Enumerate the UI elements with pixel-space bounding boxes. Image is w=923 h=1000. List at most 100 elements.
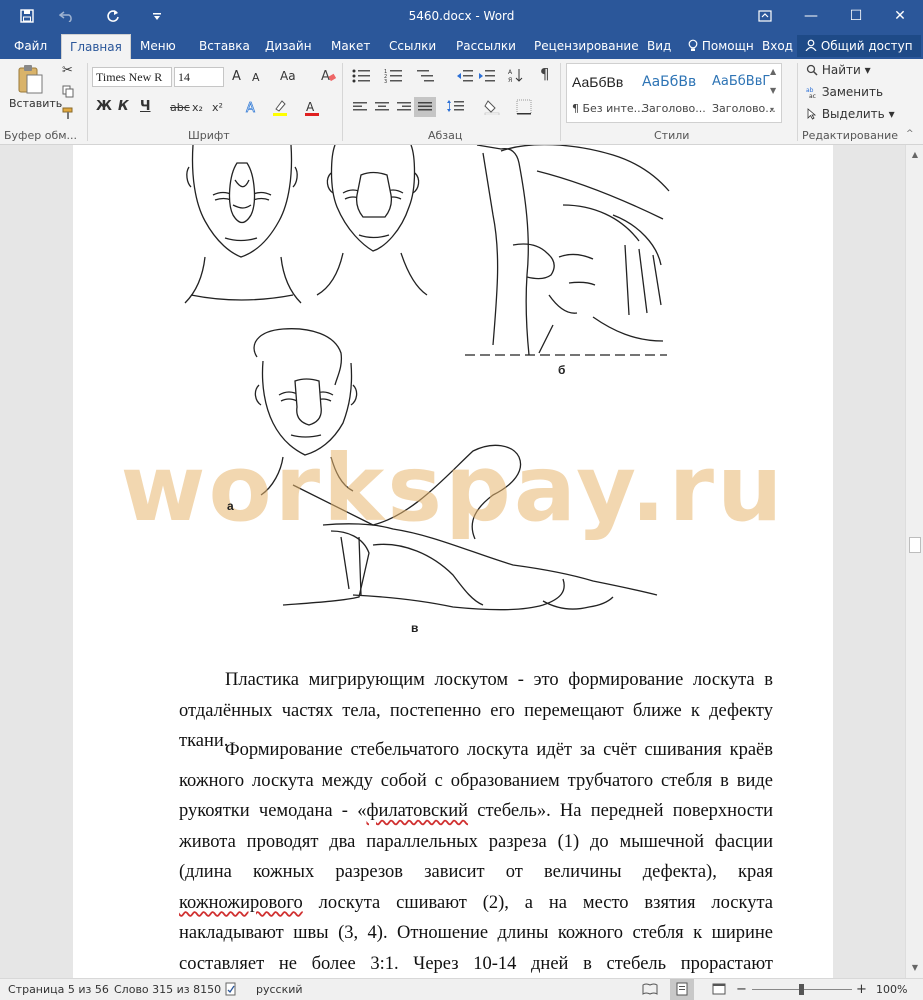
- page-indicator[interactable]: Страница 5 из 56: [8, 979, 109, 1000]
- clipboard-group-label: Буфер обм...: [4, 129, 78, 142]
- face-2-drawing: [316, 145, 428, 296]
- text-effects-icon[interactable]: A: [244, 99, 260, 118]
- styles-more-icon[interactable]: ▾: [770, 105, 774, 114]
- tab-layout[interactable]: Макет: [331, 34, 370, 59]
- redo-icon[interactable]: [98, 0, 128, 32]
- tell-me-button[interactable]: Помощн: [688, 34, 754, 59]
- minimize-button[interactable]: —: [788, 0, 834, 32]
- decrease-indent-icon[interactable]: [456, 69, 474, 86]
- paste-icon[interactable]: [14, 63, 44, 98]
- replace-icon: abac: [806, 87, 816, 100]
- tab-view[interactable]: Вид: [647, 34, 671, 59]
- underline-button[interactable]: Ч: [140, 99, 151, 114]
- tell-me-label: Помощн: [701, 39, 754, 53]
- paragraph-group-label: Абзац: [428, 129, 463, 142]
- sort-icon[interactable]: АЯ: [508, 67, 524, 86]
- document-workspace: workspay.ru б а в Пластика мигрирующим л…: [0, 145, 905, 978]
- person-icon: [805, 39, 817, 52]
- word-count[interactable]: Слово 315 из 8150: [114, 979, 221, 1000]
- subscript-button[interactable]: x₂: [192, 101, 203, 114]
- replace-button[interactable]: ab ac Заменить: [806, 85, 883, 100]
- read-mode-icon[interactable]: [642, 979, 658, 1000]
- find-button[interactable]: Найти ▾: [806, 63, 871, 77]
- align-center-icon[interactable]: [374, 101, 390, 116]
- grow-font-button[interactable]: A: [232, 69, 241, 84]
- share-button[interactable]: Общий доступ: [797, 35, 921, 57]
- zoom-level[interactable]: 100%: [876, 979, 907, 1000]
- select-label: Выделить: [821, 107, 885, 121]
- vertical-scrollbar[interactable]: ▲ ▼: [905, 145, 923, 978]
- print-layout-icon[interactable]: [670, 979, 694, 1000]
- web-layout-icon[interactable]: [712, 979, 726, 1000]
- select-button[interactable]: Выделить ▾: [806, 107, 895, 121]
- copy-icon[interactable]: [62, 85, 75, 101]
- tab-menu[interactable]: Меню: [140, 34, 176, 59]
- style-heading-1[interactable]: АаБбВв Заголово...: [639, 68, 707, 120]
- zoom-slider[interactable]: [752, 979, 852, 1000]
- shrink-font-button[interactable]: A: [252, 71, 260, 84]
- scroll-down-icon[interactable]: ▼: [906, 960, 923, 976]
- close-button[interactable]: ✕: [877, 0, 923, 32]
- font-size-combo[interactable]: 14: [174, 67, 224, 87]
- proofing-icon[interactable]: [224, 979, 238, 1000]
- styles-gallery: АаБбВв ¶ Без инте... АаБбВв Заголово... …: [566, 63, 782, 123]
- spellcheck-word[interactable]: филатовский: [366, 801, 468, 821]
- tab-file[interactable]: Файл: [14, 34, 47, 59]
- superscript-button[interactable]: x²: [212, 101, 223, 114]
- svg-text:A: A: [306, 100, 315, 114]
- format-painter-icon[interactable]: [62, 107, 76, 123]
- spellcheck-word[interactable]: кожножирового: [179, 893, 303, 913]
- paragraph-2: Формирование стебельчатого лоскута идёт …: [179, 735, 773, 978]
- zoom-thumb[interactable]: [799, 984, 804, 995]
- borders-icon[interactable]: [516, 99, 532, 118]
- align-left-icon[interactable]: [352, 101, 368, 116]
- style-sample: АаБбВв: [572, 74, 624, 90]
- collapse-ribbon-icon[interactable]: ^: [906, 129, 914, 139]
- line-spacing-icon[interactable]: [446, 99, 466, 116]
- bullets-icon[interactable]: [352, 69, 372, 86]
- shading-icon[interactable]: [484, 99, 500, 118]
- cut-icon[interactable]: ✂: [62, 63, 73, 78]
- customize-icon[interactable]: [142, 0, 172, 32]
- signin-link[interactable]: Вход: [762, 34, 793, 59]
- font-color-icon[interactable]: A: [304, 99, 320, 120]
- style-sample: АаБбВвГ: [712, 74, 771, 89]
- multilevel-list-icon[interactable]: [416, 69, 436, 86]
- align-right-icon[interactable]: [396, 101, 412, 116]
- leg-flap-drawing: [253, 328, 658, 611]
- language-indicator[interactable]: русский: [256, 979, 303, 1000]
- numbering-icon[interactable]: 123: [384, 69, 404, 86]
- tab-design[interactable]: Дизайн: [265, 34, 312, 59]
- scroll-thumb[interactable]: [909, 537, 921, 553]
- maximize-button[interactable]: ☐: [833, 0, 879, 32]
- style-heading-2[interactable]: АаБбВвГ Заголово...: [709, 68, 777, 120]
- clear-formatting-icon[interactable]: A: [320, 67, 337, 86]
- document-page: workspay.ru б а в Пластика мигрирующим л…: [73, 145, 833, 978]
- show-marks-button[interactable]: ¶: [540, 65, 550, 83]
- tab-mailings[interactable]: Рассылки: [456, 34, 516, 59]
- tab-insert[interactable]: Вставка: [199, 34, 250, 59]
- title-bar: 5460.docx - Word — ☐ ✕: [0, 0, 923, 32]
- save-icon[interactable]: [12, 0, 42, 32]
- italic-button[interactable]: К: [118, 99, 129, 114]
- scroll-up-icon[interactable]: ▲: [906, 147, 923, 163]
- undo-icon[interactable]: [52, 0, 82, 32]
- ribbon-display-icon[interactable]: [742, 0, 788, 32]
- zoom-in-button[interactable]: +: [856, 979, 867, 1000]
- strikethrough-button[interactable]: abc: [170, 101, 190, 114]
- styles-up-icon[interactable]: ▲: [770, 67, 776, 76]
- bold-button[interactable]: Ж: [96, 99, 112, 114]
- tab-review[interactable]: Рецензирование: [534, 34, 639, 59]
- justify-icon[interactable]: [414, 97, 436, 117]
- zoom-out-button[interactable]: −: [736, 979, 747, 1000]
- style-no-spacing[interactable]: АаБбВв ¶ Без инте...: [569, 68, 644, 120]
- svg-text:3: 3: [384, 79, 387, 83]
- paste-button[interactable]: Вставить: [9, 97, 62, 110]
- font-name-combo[interactable]: Times New R: [92, 67, 172, 87]
- highlight-icon[interactable]: [272, 99, 288, 120]
- styles-down-icon[interactable]: ▼: [770, 86, 776, 95]
- tab-home[interactable]: Главная: [61, 34, 131, 59]
- increase-indent-icon[interactable]: [478, 69, 496, 86]
- tab-references[interactable]: Ссылки: [389, 34, 436, 59]
- change-case-button[interactable]: Aa: [280, 69, 296, 83]
